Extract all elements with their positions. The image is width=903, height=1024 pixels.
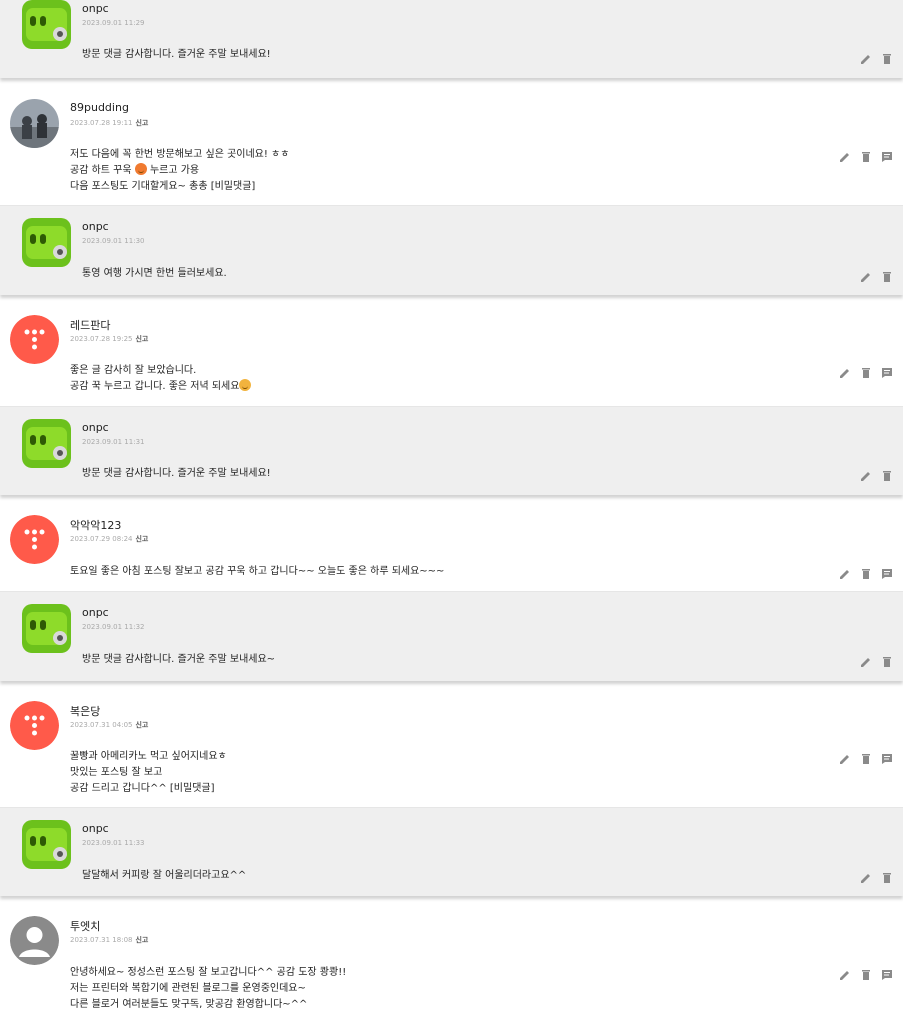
comment-meta: 2023.07.28 19:25 신고 (70, 334, 148, 344)
edit-icon[interactable] (859, 871, 872, 884)
report-link[interactable]: 신고 (135, 535, 148, 543)
default-avatar[interactable] (10, 916, 59, 965)
author-name[interactable]: 89pudding (70, 101, 129, 114)
comment-redpanda: 레드판다 2023.07.28 19:25 신고 좋은 글 감사히 잘 보았습니다… (0, 303, 903, 407)
comment-actions (838, 150, 893, 163)
report-link[interactable]: 신고 (135, 721, 148, 729)
delete-icon[interactable] (859, 752, 872, 765)
heart-eyes-emoji-icon (134, 163, 147, 175)
delete-icon[interactable] (880, 469, 893, 482)
comment-text: 좋은 글 감사히 잘 보았습니다. 공감 꾹 누르고 갑니다. 좋은 저녁 되세… (70, 363, 252, 395)
reply-icon[interactable] (880, 366, 893, 379)
comment-actions (838, 366, 893, 379)
comment-text: 안녕하세요~ 정성스런 포스팅 잘 보고갑니다^^ 공감 도장 쾅쾅!! 저는 … (70, 967, 347, 1010)
comment-actions (859, 270, 893, 283)
tistory-avatar[interactable] (10, 515, 59, 564)
edit-icon[interactable] (859, 270, 872, 283)
author-name[interactable]: 악악악123 (70, 517, 121, 533)
reply-icon[interactable] (880, 150, 893, 163)
edit-icon[interactable] (838, 968, 851, 981)
comment-actions (859, 52, 893, 65)
comment-actions (838, 567, 893, 580)
author-name[interactable]: 복은당 (70, 703, 100, 719)
comment-text: 통영 여행 가시면 한번 들러보세요. (82, 268, 227, 279)
comment-tuetchi: 투엣치 2023.07.31 18:08 신고 안녕하세요~ 정성스런 포스팅 잘… (0, 904, 903, 1024)
comment-text: 꿀빵과 아메리카노 먹고 싶어지네요ㅎ 맛있는 포스팅 잘 보고 공감 드리고 … (70, 751, 227, 794)
reply-icon[interactable] (880, 752, 893, 765)
comment-date: 2023.09.01 11:31 (82, 438, 145, 446)
edit-icon[interactable] (838, 150, 851, 163)
comment-actions (859, 655, 893, 668)
delete-icon[interactable] (880, 270, 893, 283)
report-link[interactable]: 신고 (135, 936, 148, 944)
photo-avatar[interactable] (10, 99, 59, 148)
delete-icon[interactable] (880, 52, 893, 65)
edit-icon[interactable] (859, 469, 872, 482)
delete-icon[interactable] (880, 871, 893, 884)
author-name[interactable]: 투엣치 (70, 918, 100, 934)
comment-text: 저도 다음에 꼭 한번 방문해보고 싶은 곳이네요! ㅎㅎ 공감 하트 꾸욱 누… (70, 149, 290, 192)
comment-meta: 2023.07.31 04:05 신고 (70, 720, 148, 730)
green-robot-avatar[interactable] (22, 0, 71, 49)
green-robot-avatar[interactable] (22, 604, 71, 653)
comment-text: 달달해서 커피랑 잘 어울리더라고요^^ (82, 870, 247, 881)
comment-text: 방문 댓글 감사합니다. 즐거운 주말 보내세요! (82, 49, 271, 60)
comment-actions (838, 968, 893, 981)
comment-date: 2023.09.01 11:33 (82, 839, 145, 847)
reply-onpc-2: onpc 2023.09.01 11:30 통영 여행 가시면 한번 들러보세요… (0, 206, 903, 295)
reply-onpc-4: onpc 2023.09.01 11:32 방문 댓글 감사합니다. 즐거운 주… (0, 592, 903, 681)
author-name[interactable]: onpc (82, 421, 109, 434)
green-robot-avatar[interactable] (22, 820, 71, 869)
comment-89pudding: 89pudding 2023.07.28 19:11 신고 저도 다음에 꼭 한번… (0, 87, 903, 206)
edit-icon[interactable] (838, 567, 851, 580)
comment-bokeundang: 복은당 2023.07.31 04:05 신고 꿀빵과 아메리카노 먹고 싶어지네… (0, 689, 903, 808)
delete-icon[interactable] (880, 655, 893, 668)
comment-text: 토요일 좋은 아침 포스팅 잘보고 공감 꾸욱 하고 갑니다~~ 오늘도 좋은 … (70, 566, 445, 577)
edit-icon[interactable] (859, 655, 872, 668)
comment-date: 2023.07.29 08:24 (70, 535, 133, 543)
comment-actions (859, 871, 893, 884)
delete-icon[interactable] (859, 150, 872, 163)
report-link[interactable]: 신고 (135, 335, 148, 343)
author-name[interactable]: onpc (82, 2, 109, 15)
delete-icon[interactable] (859, 968, 872, 981)
comment-date: 2023.07.31 18:08 (70, 936, 133, 944)
comment-meta: 2023.07.28 19:11 신고 (70, 118, 148, 128)
comment-date: 2023.07.28 19:11 (70, 119, 133, 127)
reply-icon[interactable] (880, 567, 893, 580)
author-name[interactable]: onpc (82, 606, 109, 619)
comment-akakak123: 악악악123 2023.07.29 08:24 신고 토요일 좋은 아침 포스팅 … (0, 503, 903, 592)
comment-meta: 2023.07.31 18:08 신고 (70, 935, 148, 945)
author-name[interactable]: 레드판다 (70, 317, 110, 333)
reply-onpc-3: onpc 2023.09.01 11:31 방문 댓글 감사합니다. 즐거운 주… (0, 407, 903, 495)
comment-meta: 2023.07.29 08:24 신고 (70, 534, 148, 544)
green-robot-avatar[interactable] (22, 419, 71, 468)
comment-date: 2023.09.01 11:32 (82, 623, 145, 631)
tistory-avatar[interactable] (10, 701, 59, 750)
author-name[interactable]: onpc (82, 822, 109, 835)
comment-date: 2023.09.01 11:29 (82, 19, 145, 27)
reply-onpc-5: onpc 2023.09.01 11:33 달달해서 커피랑 잘 어울리더라고요… (0, 808, 903, 896)
comment-text: 방문 댓글 감사합니다. 즐거운 주말 보내세요~ (82, 654, 276, 665)
comment-date: 2023.07.31 04:05 (70, 721, 133, 729)
delete-icon[interactable] (859, 366, 872, 379)
comment-actions (859, 469, 893, 482)
comment-actions (838, 752, 893, 765)
tistory-avatar[interactable] (10, 315, 59, 364)
delete-icon[interactable] (859, 567, 872, 580)
edit-icon[interactable] (859, 52, 872, 65)
smile-emoji-icon (239, 379, 252, 391)
edit-icon[interactable] (838, 752, 851, 765)
author-name[interactable]: onpc (82, 220, 109, 233)
reply-icon[interactable] (880, 968, 893, 981)
comment-text: 방문 댓글 감사합니다. 즐거운 주말 보내세요! (82, 468, 271, 479)
edit-icon[interactable] (838, 366, 851, 379)
green-robot-avatar[interactable] (22, 218, 71, 267)
comment-date: 2023.07.28 19:25 (70, 335, 133, 343)
reply-onpc-1: onpc 2023.09.01 11:29 방문 댓글 감사합니다. 즐거운 주… (0, 0, 903, 78)
comment-date: 2023.09.01 11:30 (82, 237, 145, 245)
report-link[interactable]: 신고 (135, 119, 148, 127)
